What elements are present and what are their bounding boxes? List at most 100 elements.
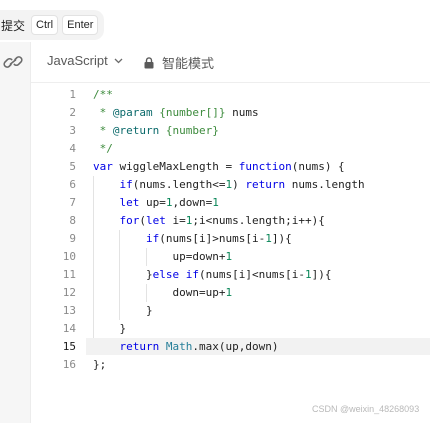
code-token: 1 — [165, 196, 173, 209]
line-number: 3 — [69, 124, 76, 137]
code-token: nums — [232, 106, 259, 119]
code-token: nums.length — [285, 178, 365, 191]
key-ctrl: Ctrl — [31, 15, 59, 35]
code-token: if — [145, 232, 160, 245]
code-line: for(let i=1;i<nums.length;i++){ — [93, 212, 325, 230]
code-token: let — [146, 214, 166, 227]
link-icon[interactable] — [3, 55, 23, 69]
code-line: up=down+1 — [93, 248, 232, 266]
code-line: return Math.max(up,down) — [93, 338, 279, 356]
code-token: */ — [93, 142, 113, 155]
code-token: var — [93, 160, 120, 173]
code-line: /** — [93, 86, 113, 104]
line-number: 7 — [69, 196, 76, 209]
code-token: {number[]} — [152, 106, 233, 119]
code-token: let — [119, 196, 140, 209]
line-number: 1 — [69, 88, 76, 101]
code-token: }; — [93, 358, 107, 371]
code-token: (nums[i]>nums[i- — [159, 232, 266, 245]
lock-icon — [144, 56, 154, 68]
line-number: 10 — [62, 250, 76, 263]
code-token: } — [93, 304, 153, 317]
code-line: } — [93, 302, 153, 320]
line-number: 13 — [62, 304, 76, 317]
code-line: down=up+1 — [93, 284, 232, 302]
code-line: */ — [93, 140, 113, 158]
code-token: } — [93, 268, 153, 281]
line-number: 2 — [69, 106, 76, 119]
code-line: if(nums.length<=1) return nums.length — [93, 176, 365, 194]
code-line: }; — [93, 356, 106, 374]
code-token: @param — [112, 106, 153, 119]
line-number: 9 — [69, 232, 76, 245]
code-token: ]){ — [271, 232, 292, 245]
line-number: 15 — [62, 340, 76, 353]
code-line: let up=1,down=1 — [93, 194, 219, 212]
code-token: * — [93, 106, 113, 119]
code-token: ) — [232, 178, 246, 191]
code-token: for — [119, 214, 140, 227]
code-token: } — [93, 322, 127, 335]
code-line: }else if(nums[i]<nums[i-1]){ — [93, 266, 331, 284]
smart-mode-toggle[interactable]: 智能模式 — [144, 53, 214, 72]
left-strip — [0, 42, 31, 423]
line-number-gutter: 1 2 3 4 5 6 7 8 9 10 11 12 13 14 15 16 — [31, 83, 81, 423]
line-number: 5 — [69, 160, 76, 173]
code-token: @return — [112, 124, 160, 137]
code-token: return — [245, 178, 286, 191]
code-token: (nums.length<= — [132, 178, 226, 191]
submit-label: 提交 — [1, 18, 26, 33]
code-token: 1 — [225, 286, 233, 299]
editor-toolbar: JavaScript 智能模式 — [31, 42, 430, 83]
code-line: if(nums[i]>nums[i-1]){ — [93, 230, 292, 248]
code-token: function — [238, 160, 292, 173]
code-token: (nums) { — [291, 160, 345, 173]
code-token: down=up+ — [93, 286, 226, 299]
line-number: 11 — [62, 268, 76, 281]
top-bar: 提交 Ctrl Enter — [0, 0, 430, 42]
code-token: 1 — [265, 232, 272, 245]
line-number: 6 — [69, 178, 76, 191]
code-line: * @return {number} — [93, 122, 219, 140]
code-token: up=down+ — [93, 250, 226, 263]
code-token: return — [119, 340, 160, 353]
code-token: ,down= — [172, 196, 213, 209]
code-token: /** — [93, 88, 113, 101]
chevron-down-icon — [114, 58, 123, 63]
code-token: 1 — [304, 268, 312, 281]
submit-shortcut[interactable]: 提交 Ctrl Enter — [0, 10, 104, 40]
code-line: * @param {number[]} nums — [93, 104, 259, 122]
code-token: ;i<nums.length;i++){ — [192, 214, 325, 227]
language-label: JavaScript — [47, 53, 108, 68]
line-number: 4 — [69, 142, 76, 155]
line-number: 14 — [62, 322, 76, 335]
watermark: CSDN @weixin_48268093 — [312, 404, 420, 414]
code-token: 1 — [212, 196, 219, 209]
code-token: if — [119, 178, 133, 191]
code-token: * — [93, 124, 113, 137]
code-token: (nums[i]<nums[i- — [198, 268, 305, 281]
code-line: } — [93, 320, 126, 338]
code-token: up= — [139, 196, 166, 209]
code-line: var wiggleMaxLength = function(nums) { — [93, 158, 345, 176]
key-enter: Enter — [62, 15, 99, 35]
mode-label: 智能模式 — [162, 56, 215, 71]
language-select[interactable]: JavaScript — [47, 53, 123, 68]
code-token: ( — [139, 214, 146, 227]
code-token: 1 — [225, 250, 233, 263]
code-token: .max(up,down) — [192, 340, 279, 353]
code-token: if — [185, 268, 199, 281]
code-token: {number} — [159, 124, 219, 137]
line-number: 16 — [62, 358, 76, 371]
code-editor[interactable]: 1 2 3 4 5 6 7 8 9 10 11 12 13 14 15 16 /** * @param {nu… — [31, 83, 430, 423]
line-number: 12 — [62, 286, 76, 299]
code-token: wiggleMaxLength = — [119, 160, 239, 173]
line-number: 8 — [69, 214, 76, 227]
